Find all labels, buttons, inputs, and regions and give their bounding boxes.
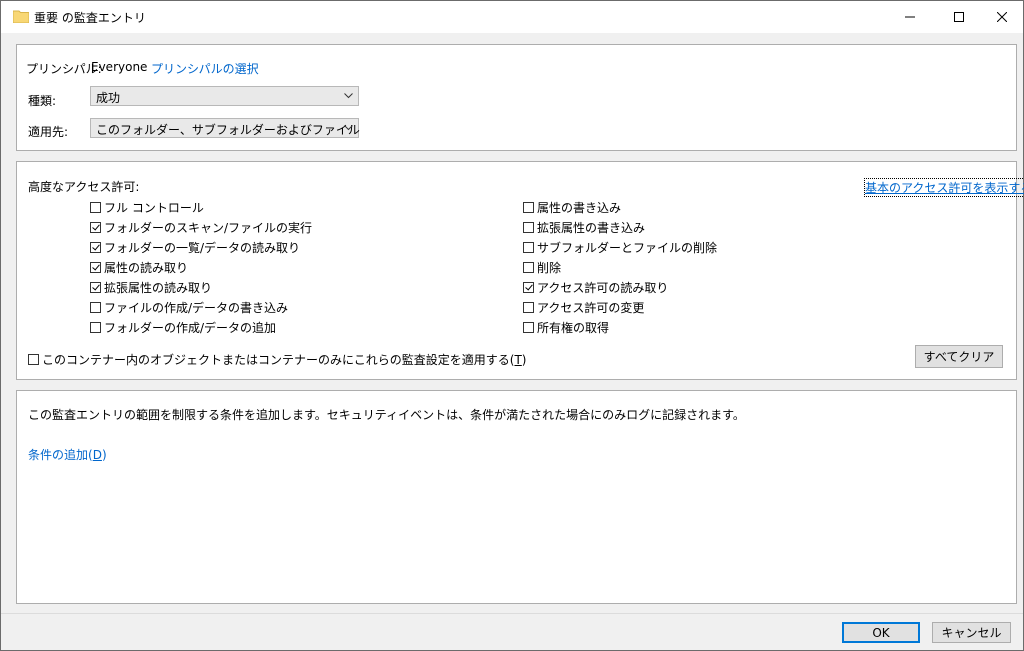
principal-panel: プリンシパル: Everyone プリンシパルの選択 種類: 成功 適用先: こ… [16, 44, 1017, 151]
permission-option[interactable]: ファイルの作成/データの書き込み [90, 299, 288, 315]
permission-checkbox[interactable] [523, 321, 534, 333]
container-only-checkbox[interactable] [28, 353, 39, 365]
permission-option[interactable]: アクセス許可の変更 [523, 299, 644, 315]
permission-option[interactable]: フル コントロール [90, 199, 204, 215]
permission-label: フォルダーの一覧/データの読み取り [104, 240, 301, 255]
clear-all-button[interactable]: すべてクリア [915, 345, 1003, 368]
permission-label: 属性の読み取り [104, 260, 189, 275]
conditions-panel: この監査エントリの範囲を制限する条件を追加します。セキュリティイベントは、条件が… [16, 390, 1017, 604]
permission-checkbox[interactable] [90, 281, 101, 293]
permission-label: ファイルの作成/データの書き込み [104, 300, 289, 315]
applies-to-dropdown-value: このフォルダー、サブフォルダーおよびファイル [96, 123, 360, 137]
minimize-icon [905, 16, 915, 18]
chevron-down-icon [342, 89, 354, 103]
permission-checkbox[interactable] [523, 281, 534, 293]
permission-option[interactable]: 拡張属性の読み取り [90, 279, 212, 295]
show-basic-permissions-link[interactable]: 基本のアクセス許可を表示する [864, 178, 1024, 197]
permission-checkbox[interactable] [523, 201, 534, 213]
permission-label: 拡張属性の書き込み [537, 220, 646, 235]
maximize-icon [954, 12, 964, 22]
container-only-label: このコンテナー内のオブジェクトまたはコンテナーのみにこれらの監査設定を適用する(… [42, 352, 527, 367]
permission-checkbox[interactable] [90, 301, 101, 313]
permission-label: フル コントロール [104, 200, 204, 215]
minimize-button[interactable] [887, 1, 933, 33]
permission-label: アクセス許可の読み取り [537, 280, 669, 295]
select-principal-link[interactable]: プリンシパルの選択 [151, 60, 259, 77]
permission-label: フォルダーの作成/データの追加 [104, 320, 277, 335]
footer-divider [1, 613, 1023, 614]
principal-value: Everyone [91, 60, 148, 74]
permission-label: 所有権の取得 [537, 320, 610, 335]
permission-checkbox[interactable] [523, 241, 534, 253]
advanced-permissions-panel: 高度なアクセス許可: 基本のアクセス許可を表示する フル コントロールフォルダー… [16, 161, 1024, 380]
type-label: 種類: [28, 94, 57, 108]
permission-option[interactable]: 拡張属性の書き込み [523, 219, 645, 235]
permission-option[interactable]: 所有権の取得 [523, 319, 609, 335]
permission-label: 拡張属性の読み取り [104, 280, 213, 295]
permission-checkbox[interactable] [90, 241, 101, 253]
cancel-button[interactable]: キャンセル [932, 622, 1011, 643]
window-title: 重要 の監査エントリ [34, 11, 146, 25]
permission-label: 属性の書き込み [537, 200, 622, 215]
permission-option[interactable]: フォルダーの作成/データの追加 [90, 319, 276, 335]
container-only-option[interactable]: このコンテナー内のオブジェクトまたはコンテナーのみにこれらの監査設定を適用する(… [28, 351, 526, 367]
permission-option[interactable]: サブフォルダーとファイルの削除 [523, 239, 717, 255]
conditions-description: この監査エントリの範囲を制限する条件を追加します。セキュリティイベントは、条件が… [28, 408, 745, 422]
title-bar: 重要 の監査エントリ [1, 1, 1023, 33]
permission-option[interactable]: 属性の読み取り [90, 259, 188, 275]
permission-label: 削除 [537, 260, 562, 275]
permission-option[interactable]: フォルダーのスキャン/ファイルの実行 [90, 219, 312, 235]
permission-label: サブフォルダーとファイルの削除 [537, 240, 718, 255]
permission-option[interactable]: 削除 [523, 259, 561, 275]
folder-icon [12, 10, 30, 24]
applies-to-dropdown[interactable]: このフォルダー、サブフォルダーおよびファイル [90, 118, 360, 138]
type-dropdown-value: 成功 [96, 91, 121, 105]
close-button[interactable] [979, 1, 1024, 33]
permission-label: アクセス許可の変更 [537, 300, 645, 315]
permission-checkbox[interactable] [90, 321, 101, 333]
maximize-button[interactable] [936, 1, 982, 33]
ok-button[interactable]: OK [842, 622, 920, 643]
permission-option[interactable]: 属性の書き込み [523, 199, 621, 215]
permission-option[interactable]: アクセス許可の読み取り [523, 279, 668, 295]
permission-checkbox[interactable] [90, 201, 101, 213]
permission-checkbox[interactable] [523, 221, 534, 233]
permission-checkbox[interactable] [90, 261, 101, 273]
advanced-permissions-heading: 高度なアクセス許可: [28, 180, 140, 194]
permission-checkbox[interactable] [523, 261, 534, 273]
type-dropdown[interactable]: 成功 [90, 86, 359, 106]
chevron-down-icon [342, 121, 354, 135]
applies-to-label: 適用先: [28, 125, 69, 139]
audit-entry-window: 重要 の監査エントリ プリンシパル: Everyone プリンシパルの選択 種類… [0, 0, 1024, 651]
permission-label: フォルダーのスキャン/ファイルの実行 [104, 220, 313, 235]
add-condition-link[interactable]: 条件の追加(D) [28, 446, 107, 463]
permission-checkbox[interactable] [90, 221, 101, 233]
close-icon [997, 12, 1007, 22]
permission-option[interactable]: フォルダーの一覧/データの読み取り [90, 239, 300, 255]
permission-checkbox[interactable] [523, 301, 534, 313]
